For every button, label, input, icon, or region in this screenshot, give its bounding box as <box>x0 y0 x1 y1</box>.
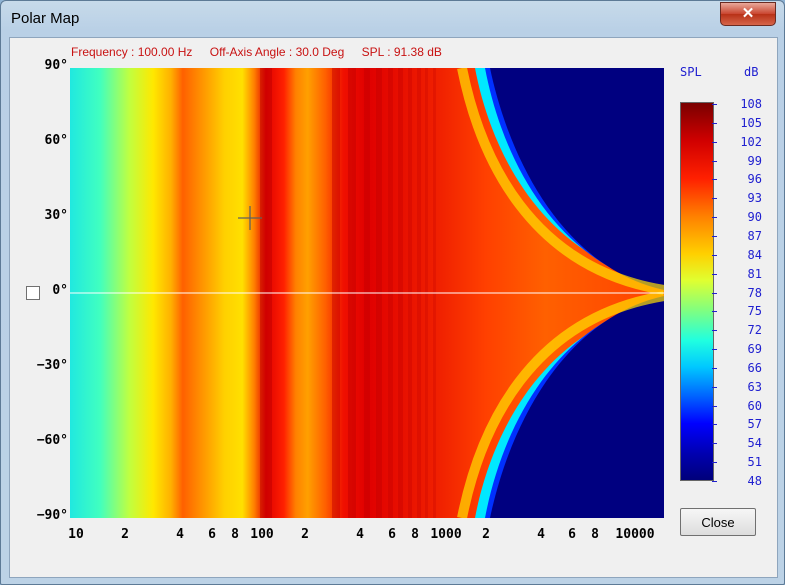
y-tick-label: −30° <box>36 358 68 373</box>
colorbar-tick-label: 54 <box>747 436 762 451</box>
colorbar-tick-mark <box>712 141 717 143</box>
window-close-button[interactable]: ✕ <box>720 2 776 26</box>
colorbar-tick-mark <box>712 198 717 200</box>
colorbar-tick-mark <box>712 330 717 332</box>
colorbar-tick-label: 48 <box>747 474 762 488</box>
colorbar-tick-label: 63 <box>747 379 762 394</box>
y-tick-label: 0° <box>52 283 68 298</box>
x-tick-label: 4 <box>537 527 545 542</box>
title-bar[interactable]: Polar Map ✕ <box>1 1 784 37</box>
colorbar-tick-label: 78 <box>747 285 762 300</box>
colorbar-tick-mark <box>712 217 717 219</box>
colorbar-tick-mark <box>712 481 717 482</box>
close-button[interactable]: Close <box>680 508 756 536</box>
colorbar <box>680 102 714 481</box>
x-tick-label: 6 <box>568 527 576 542</box>
colorbar-tick-mark <box>712 462 717 464</box>
colorbar-tick-label: 96 <box>747 172 762 187</box>
colorbar-tick-mark <box>712 235 717 237</box>
frequency-readout: Frequency : 100.00 Hz <box>71 45 193 59</box>
x-tick-label: 10000 <box>615 527 655 542</box>
colorbar-tick-mark <box>712 273 717 275</box>
x-tick-label: 1000 <box>430 527 462 542</box>
y-tick-label: −90° <box>36 508 68 523</box>
colorbar-tick-label: 102 <box>740 134 762 149</box>
colorbar-tick-label: 108 <box>740 97 762 111</box>
colorbar-tick-mark <box>712 443 717 445</box>
x-tick-label: 6 <box>208 527 216 542</box>
colorbar-unit: dB <box>744 65 759 79</box>
colorbar-tick-mark <box>712 386 717 388</box>
x-tick-label: 2 <box>121 527 129 542</box>
window-title: Polar Map <box>11 10 80 27</box>
colorbar-tick-label: 81 <box>747 266 762 281</box>
x-tick-label: 8 <box>411 527 419 542</box>
x-tick-label: 4 <box>176 527 184 542</box>
colorbar-tick-mark <box>712 349 717 351</box>
colorbar-tick-mark <box>712 122 717 124</box>
colorbar-tick-label: 69 <box>747 342 762 357</box>
colorbar-tick-mark <box>712 424 717 426</box>
client-area: Frequency : 100.00 Hz Off-Axis Angle : 3… <box>9 37 778 578</box>
y-tick-label: 30° <box>44 208 68 223</box>
colorbar-tick-mark <box>712 254 717 256</box>
colorbar-tick-mark <box>712 405 717 407</box>
y-tick-label: −60° <box>36 433 68 448</box>
x-tick-label: 10 <box>68 527 84 542</box>
x-tick-label: 8 <box>231 527 239 542</box>
colorbar-tick-label: 90 <box>747 210 762 225</box>
polar-map-window: Polar Map ✕ Frequency : 100.00 Hz Off-Ax… <box>0 0 785 585</box>
polar-map-plot[interactable] <box>70 68 664 518</box>
x-tick-label: 6 <box>388 527 396 542</box>
x-tick-label: 4 <box>356 527 364 542</box>
colorbar-tick-label: 93 <box>747 191 762 206</box>
colorbar-tick-label: 51 <box>747 455 762 470</box>
colorbar-tick-mark <box>712 311 717 313</box>
colorbar-tick-mark <box>712 179 717 181</box>
cursor-readout: Frequency : 100.00 Hz Off-Axis Angle : 3… <box>71 45 456 59</box>
colorbar-tick-label: 60 <box>747 398 762 413</box>
angle-readout: Off-Axis Angle : 30.0 Deg <box>209 45 345 59</box>
x-tick-label: 2 <box>482 527 490 542</box>
colorbar-tick-mark <box>712 104 717 105</box>
x-tick-label: 8 <box>591 527 599 542</box>
colorbar-tick-label: 87 <box>747 228 762 243</box>
polar-map-heatmap[interactable] <box>70 68 664 518</box>
colorbar-tick-label: 75 <box>747 304 762 319</box>
colorbar-tick-label: 57 <box>747 417 762 432</box>
y-tick-label: 90° <box>44 58 68 73</box>
colorbar-tick-mark <box>712 367 717 369</box>
colorbar-tick-mark <box>712 160 717 162</box>
colorbar-tick-label: 72 <box>747 323 762 338</box>
colorbar-tick-label: 99 <box>747 153 762 168</box>
x-tick-label: 100 <box>250 527 274 542</box>
colorbar-tick-label: 84 <box>747 247 762 262</box>
colorbar-tick-mark <box>712 292 717 294</box>
spl-readout: SPL : 91.38 dB <box>361 45 442 59</box>
x-tick-label: 2 <box>301 527 309 542</box>
colorbar-tick-label: 66 <box>747 360 762 375</box>
colorbar-title: SPL <box>680 65 702 79</box>
y-tick-label: 60° <box>44 133 68 148</box>
colorbar-tick-label: 105 <box>740 115 762 130</box>
